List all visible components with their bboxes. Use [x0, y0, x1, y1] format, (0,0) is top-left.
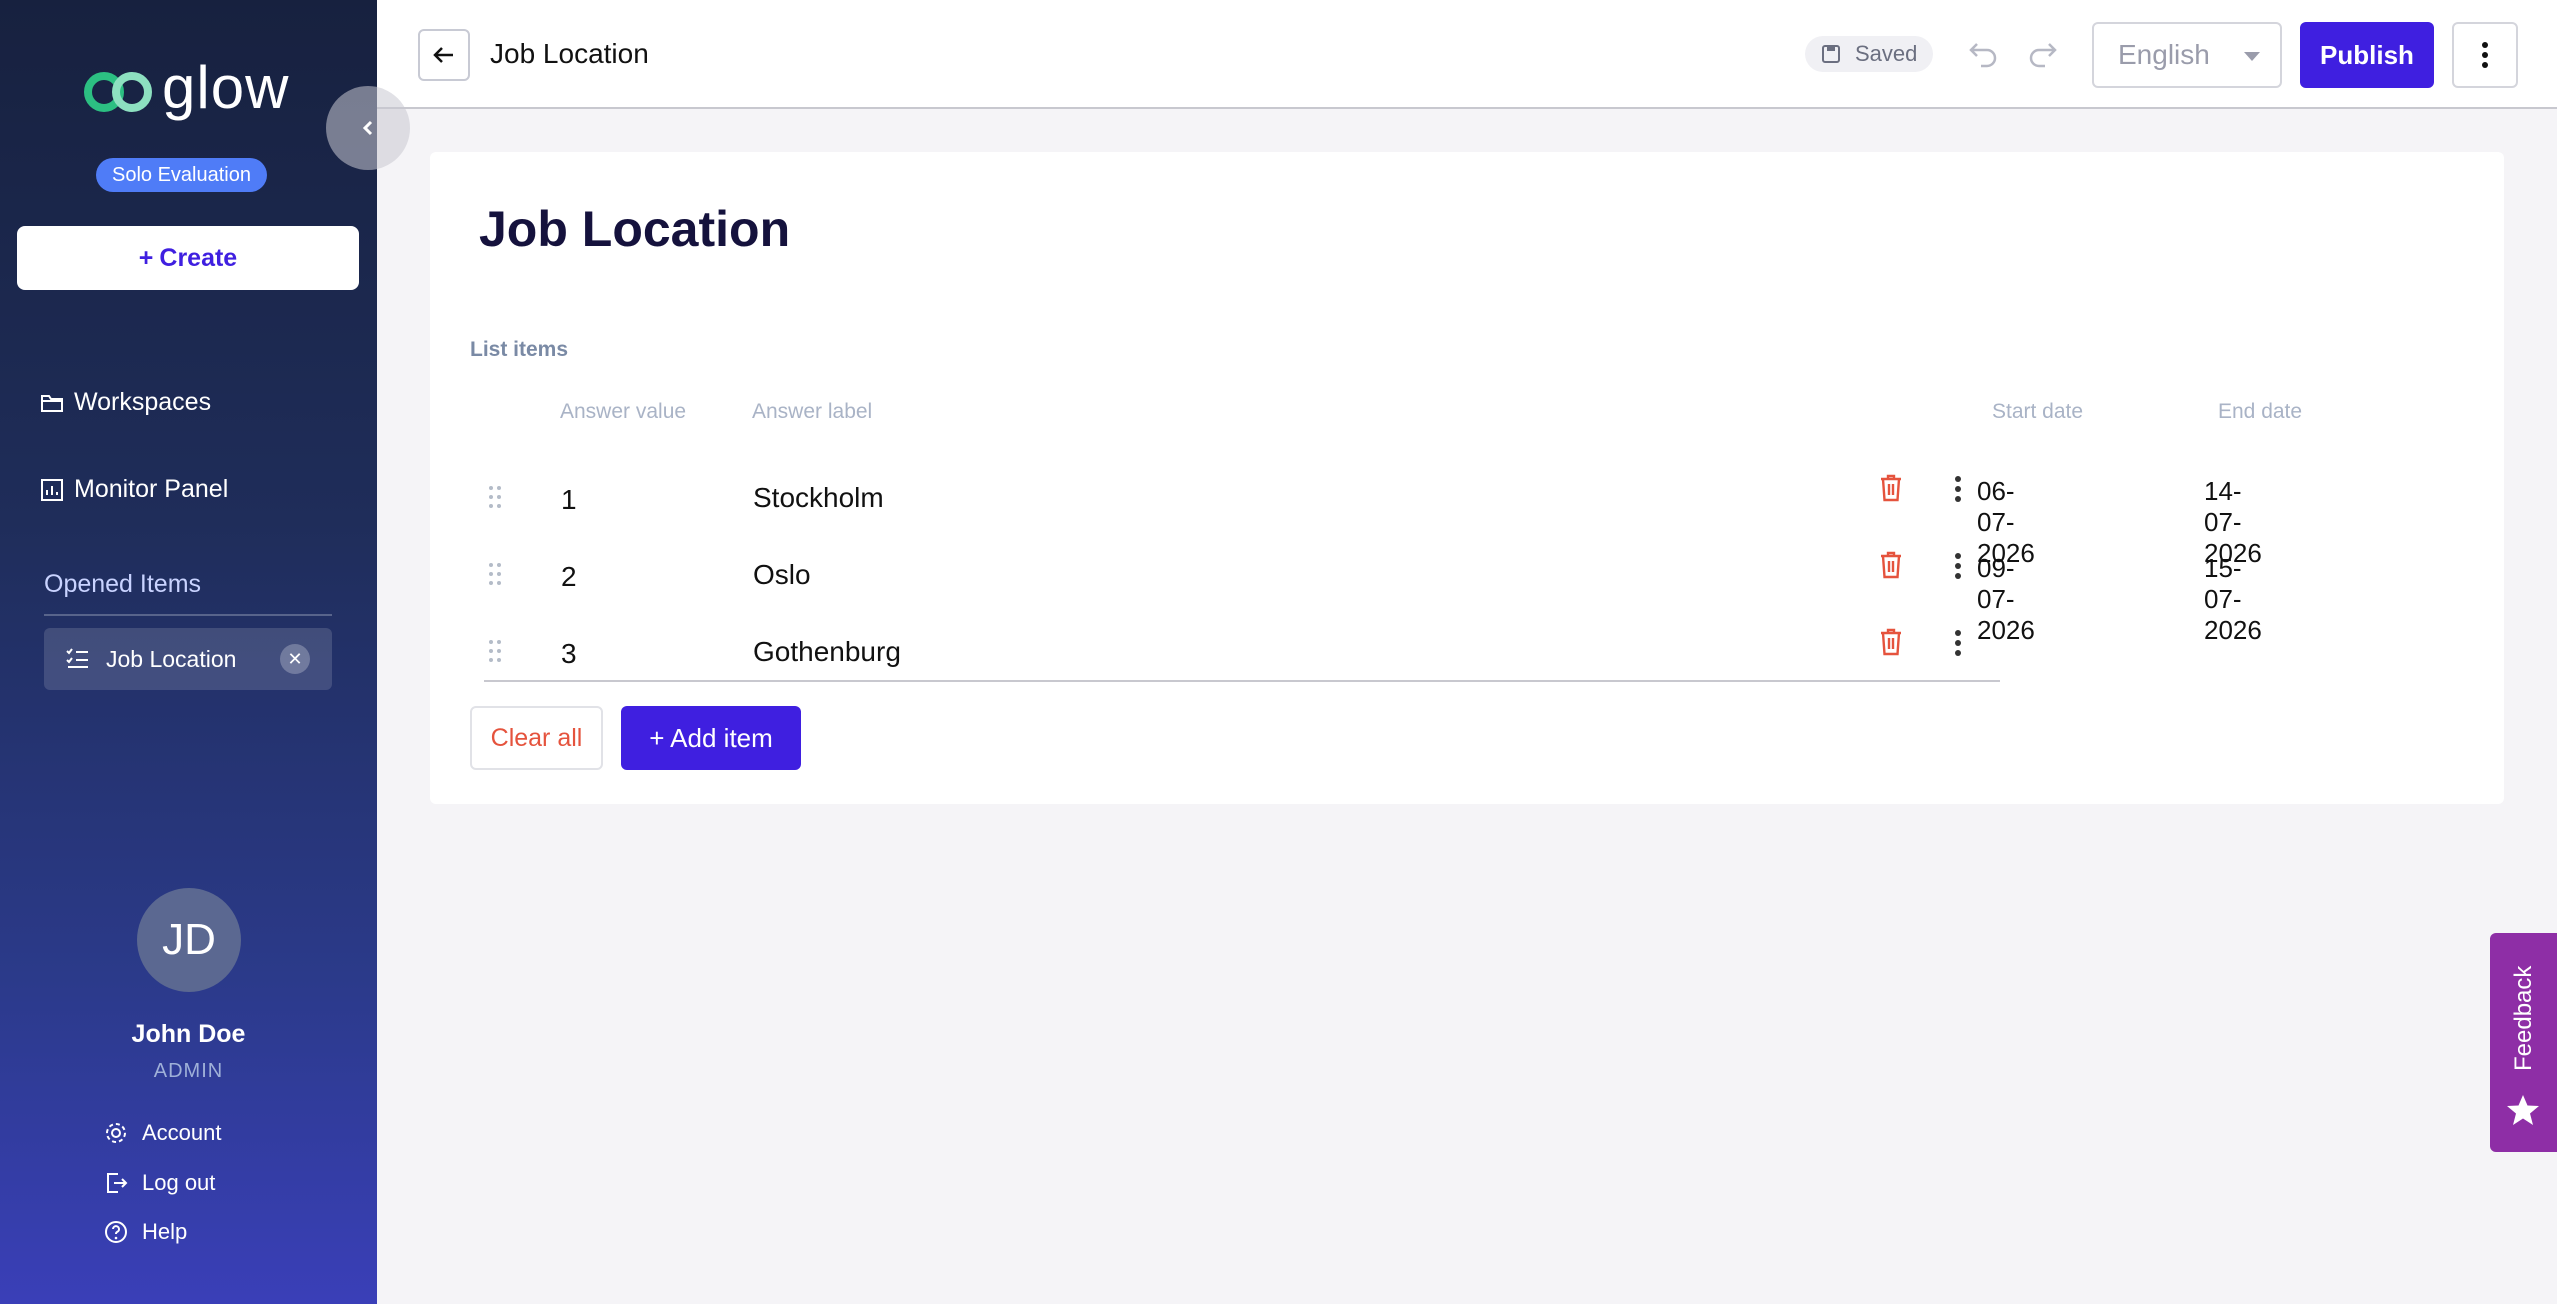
arrow-left-icon	[433, 47, 453, 63]
opened-item-job-location[interactable]: Job Location ✕	[44, 628, 332, 690]
trash-icon[interactable]	[1879, 551, 1903, 579]
sidebar-item-label: Workspaces	[74, 388, 212, 416]
chevron-left-icon	[362, 120, 373, 136]
account-link[interactable]: Account	[104, 1120, 222, 1146]
trash-icon[interactable]	[1879, 474, 1903, 502]
answer-value[interactable]: 3	[561, 638, 577, 670]
column-header-end-date: End date	[2218, 400, 2303, 423]
divider	[44, 614, 332, 616]
user-name: John Doe	[131, 1020, 246, 1048]
redo-icon[interactable]	[2025, 36, 2059, 70]
table-row: 1 Stockholm 06-07-2026 14-07-2026	[430, 464, 2262, 568]
list-items-label: List items	[470, 338, 569, 361]
close-icon[interactable]: ✕	[280, 644, 310, 674]
more-options-button[interactable]	[2452, 22, 2518, 88]
sidebar-item-workspaces[interactable]: Workspaces	[40, 388, 211, 417]
feedback-tab[interactable]: Feedback	[2490, 933, 2557, 1152]
kebab-icon[interactable]	[1955, 553, 1961, 579]
column-header-answer-label: Answer label	[752, 400, 873, 423]
logout-label: Log out	[142, 1170, 216, 1195]
collapse-sidebar-button[interactable]	[326, 86, 410, 170]
feedback-label: Feedback	[2510, 965, 2537, 1071]
table-row: 2 Oslo 09-07-2026 15-07-2026	[430, 541, 2262, 645]
saved-status-badge: Saved	[1805, 36, 1934, 72]
end-date[interactable]: 15-07-2026	[2204, 553, 2262, 646]
sidebar-item-monitor-panel[interactable]: Monitor Panel	[40, 475, 228, 504]
drag-handle-icon[interactable]	[489, 486, 503, 510]
language-select[interactable]: English	[2092, 22, 2282, 88]
table-row: 3 Gothenburg	[430, 618, 2030, 694]
sidebar-item-label: Monitor Panel	[74, 475, 229, 503]
plus-icon: +	[138, 244, 154, 272]
glow-logo[interactable]: glow	[84, 58, 289, 118]
save-icon	[1822, 45, 1840, 63]
logout-link[interactable]: Log out	[104, 1170, 215, 1196]
kebab-icon[interactable]	[1955, 476, 1961, 502]
help-link[interactable]: Help	[104, 1219, 187, 1245]
logout-icon	[107, 1173, 128, 1193]
create-label: Create	[159, 244, 238, 272]
answer-value[interactable]: 1	[561, 484, 577, 516]
list-card: Job Location List items Answer value Ans…	[430, 152, 2504, 804]
column-header-answer-value: Answer value	[560, 400, 687, 423]
create-button[interactable]: + Create	[17, 226, 359, 290]
answer-value[interactable]: 2	[561, 561, 577, 593]
opened-item-label: Job Location	[106, 645, 237, 672]
answer-label[interactable]: Stockholm	[753, 482, 884, 514]
glow-logo-icon	[84, 68, 156, 114]
saved-label: Saved	[1855, 41, 1918, 66]
plan-badge: Solo Evaluation	[96, 158, 267, 192]
kebab-icon[interactable]	[1955, 630, 1961, 656]
help-icon	[105, 1221, 127, 1243]
avatar[interactable]: JD	[137, 888, 241, 992]
opened-items-title: Opened Items	[44, 570, 202, 598]
divider	[484, 680, 2000, 682]
folder-icon	[41, 394, 63, 412]
top-bar: Job Location Saved English Publish	[377, 0, 2557, 109]
answer-label[interactable]: Gothenburg	[753, 636, 901, 668]
undo-icon[interactable]	[1967, 36, 2001, 70]
answer-label[interactable]: Oslo	[753, 559, 811, 591]
back-button[interactable]	[418, 29, 470, 81]
logo-text: glow	[162, 54, 290, 121]
chart-icon	[41, 478, 63, 501]
language-value: English	[2118, 39, 2210, 70]
card-title: Job Location	[479, 201, 791, 257]
list-icon	[66, 648, 88, 668]
column-header-start-date: Start date	[1992, 400, 2084, 423]
sidebar: glow Solo Evaluation + Create Workspaces …	[0, 0, 377, 1304]
user-role: ADMIN	[153, 1060, 224, 1082]
clear-all-button[interactable]: Clear all	[470, 706, 603, 770]
account-label: Account	[142, 1120, 222, 1145]
kebab-icon	[2482, 42, 2488, 68]
publish-button[interactable]: Publish	[2300, 22, 2434, 88]
drag-handle-icon[interactable]	[489, 563, 503, 587]
page-title: Job Location	[490, 38, 649, 69]
chevron-down-icon	[2244, 52, 2260, 61]
add-item-button[interactable]: + Add item	[621, 706, 801, 770]
help-label: Help	[142, 1219, 188, 1244]
star-icon	[2507, 1095, 2539, 1125]
gear-icon	[106, 1123, 126, 1143]
drag-handle-icon[interactable]	[489, 640, 503, 664]
trash-icon[interactable]	[1879, 628, 1903, 656]
